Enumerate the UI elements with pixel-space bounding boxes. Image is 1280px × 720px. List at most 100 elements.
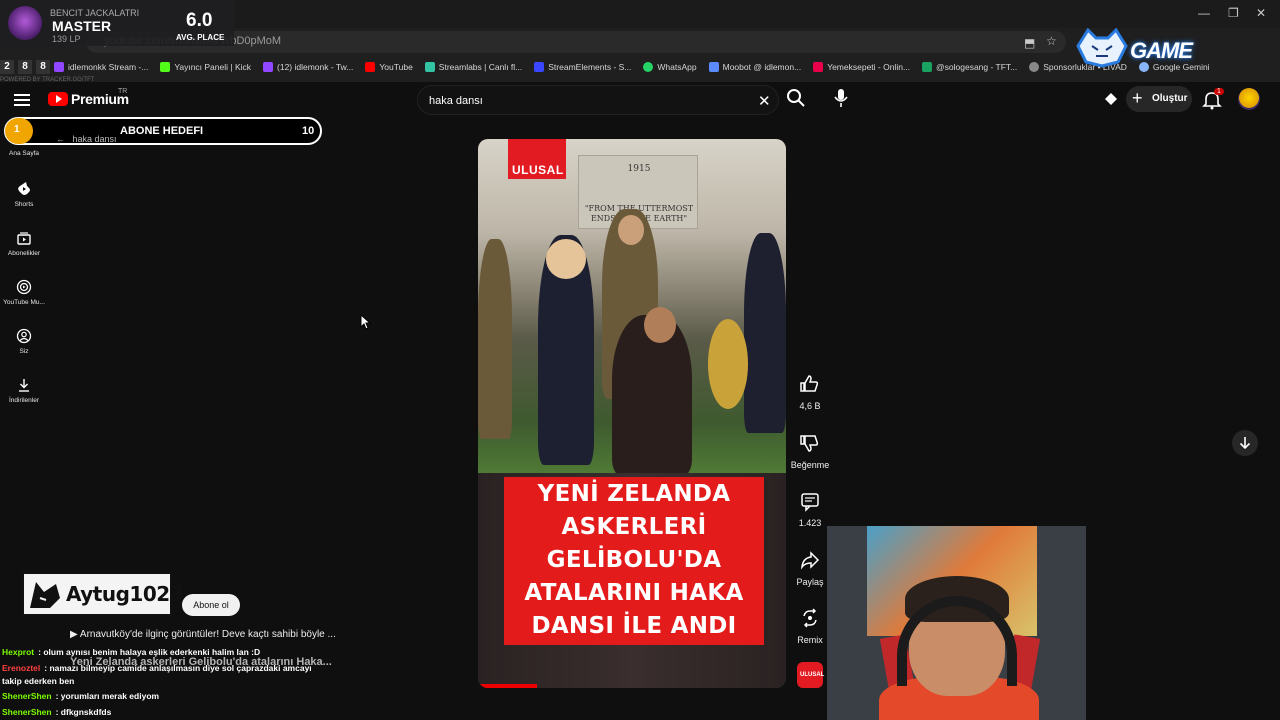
bookmark-item[interactable]: Yemeksepeti - Onlin...: [813, 62, 910, 72]
minimize-icon[interactable]: —: [1198, 6, 1210, 20]
install-icon[interactable]: ⬒: [1024, 36, 1035, 50]
search-box[interactable]: haka dansı ✕: [417, 85, 779, 115]
download-icon: [19, 379, 29, 392]
like-button[interactable]: 4,6 B: [790, 371, 830, 411]
headline-line: ASKERLERİ: [561, 514, 707, 540]
bookmark-item[interactable]: YouTube: [365, 62, 413, 72]
bookmark-item[interactable]: Moobot @ idlemon...: [708, 62, 801, 72]
nav-label: Abonelikler: [7, 250, 41, 257]
suggested-video-link[interactable]: ▶ Arnavutköy'de ilginç görüntüler! Deve …: [70, 629, 336, 640]
cast-icon[interactable]: [1102, 91, 1120, 109]
avatar[interactable]: [1238, 88, 1260, 110]
profile-badge-8: 8: [18, 60, 32, 74]
bookmark-label: YouTube: [379, 62, 413, 72]
search-icon[interactable]: [786, 88, 806, 108]
nav-you[interactable]: Siz: [0, 328, 48, 355]
video-progress-bar[interactable]: [478, 684, 537, 688]
share-label: Paylaş: [796, 577, 824, 587]
streamlabs-icon: [424, 62, 435, 72]
remix-icon: [803, 608, 817, 628]
figure: [546, 239, 586, 279]
wreath: [708, 319, 748, 409]
nav-youtube-music[interactable]: YouTube Mu...: [0, 279, 48, 306]
channel-avatar-text: ULUSAL: [800, 672, 825, 678]
figure: [478, 239, 512, 439]
rank-tier: MASTER: [52, 18, 112, 34]
monument-year: 1915: [627, 164, 651, 174]
chat-message: ShenerShen: dfkgnskdfds: [2, 707, 111, 717]
logo-text: GAME: [1130, 38, 1193, 63]
nav-subscriptions[interactable]: Abonelikler: [0, 230, 48, 257]
nav-label: Siz: [19, 348, 29, 355]
bookmark-label: Streamlabs | Canlı fl...: [438, 62, 523, 72]
short-video-player[interactable]: 1915 "FROM THE UTTERMOST ENDS OF THE EAR…: [478, 139, 786, 688]
subscribe-button[interactable]: Abone ol: [182, 594, 240, 616]
nav-shorts[interactable]: Shorts: [0, 181, 48, 208]
chat-message: takip ederken ben: [2, 676, 74, 686]
bookmark-item[interactable]: Yayıncı Paneli | Kick: [160, 62, 251, 72]
menu-icon[interactable]: [14, 92, 34, 108]
bookmark-star-icon[interactable]: ☆: [1046, 34, 1057, 48]
webcam-feed: [827, 526, 1086, 720]
next-short-button[interactable]: [1232, 430, 1258, 456]
nav-label: İndirilenler: [9, 397, 39, 404]
close-window-icon[interactable]: ✕: [1256, 6, 1266, 20]
chat-username: ShenerShen: [2, 691, 52, 701]
clear-search-icon[interactable]: ✕: [758, 92, 771, 110]
bookmark-item[interactable]: Streamlabs | Canlı fl...: [424, 62, 523, 72]
search-input[interactable]: haka dansı: [429, 95, 483, 107]
moobot-icon: [708, 62, 719, 72]
remix-button[interactable]: Remix: [790, 605, 830, 645]
bookmark-label: (12) idlemonk - Tw...: [277, 62, 354, 72]
kick-icon: [160, 62, 171, 72]
remix-label: Remix: [797, 635, 823, 645]
chat-text: takip ederken ben: [2, 676, 75, 686]
account-icon: [16, 328, 32, 344]
arrow-left-icon: ←: [56, 134, 73, 144]
bookmark-item[interactable]: (12) idlemonk - Tw...: [263, 62, 353, 72]
avg-place-value: 6.0: [186, 10, 213, 31]
create-label: Oluştur: [1152, 93, 1188, 104]
bookmark-item[interactable]: StreamElements - S...: [534, 62, 631, 72]
chat-text: : namazı bilmeyip camide anlaşılmasın di…: [44, 663, 312, 673]
bookmark-item[interactable]: WhatsApp: [643, 62, 697, 72]
nav-home[interactable]: Ana Sayfa: [0, 146, 48, 157]
youtube-icon: [365, 62, 376, 72]
microphone-icon[interactable]: [830, 86, 852, 110]
headline-line: GELİBOLU'DA: [546, 547, 722, 573]
chat-message: Hexprot: olum aynısı benim halaya eşlik …: [2, 647, 260, 657]
twitch-icon: [263, 62, 274, 72]
bookmark-label: WhatsApp: [657, 62, 697, 72]
comments-button[interactable]: 1.423: [790, 488, 830, 528]
follower-name: Aytug1023: [66, 582, 184, 606]
region-label: TR: [118, 88, 128, 95]
tiger-logo-icon: [1076, 27, 1128, 68]
bookmark-label: @sologesang - TFT...: [936, 62, 1018, 72]
share-button[interactable]: Paylaş: [790, 547, 830, 587]
bookmark-item[interactable]: idlemonkk Stream -...: [54, 62, 148, 72]
stream-logo: GAME: [1068, 24, 1268, 70]
youtube-header: Premium TR haka dansı ✕ + Oluştur 1: [0, 82, 1280, 118]
thumbs-down-icon: [800, 435, 819, 452]
nav-downloads[interactable]: İndirilenler: [0, 377, 48, 404]
share-icon: [800, 551, 820, 570]
channel-avatar[interactable]: ULUSAL: [797, 662, 825, 688]
mouse-cursor-icon: [360, 314, 372, 330]
restore-icon[interactable]: ❐: [1228, 6, 1239, 20]
chat-username: Hexprot: [2, 647, 35, 657]
chat-text: : olum aynısı benim halaya eşlik ederken…: [38, 647, 261, 657]
like-count: 4,6 B: [799, 401, 821, 411]
chat-username: ShenerShen: [2, 707, 52, 717]
dislike-button[interactable]: Beğenme: [790, 430, 830, 470]
youtube-play-icon: [48, 92, 68, 106]
nav-label: YouTube Mu...: [3, 299, 45, 306]
shorts-icon: [18, 182, 30, 195]
create-button[interactable]: + Oluştur: [1126, 86, 1192, 112]
bookmark-item[interactable]: @sologesang - TFT...: [922, 62, 1017, 72]
youtube-logo[interactable]: Premium: [48, 91, 129, 107]
nav-label: Ana Sayfa: [9, 150, 39, 157]
bookmark-label: Yemeksepeti - Onlin...: [827, 62, 911, 72]
back-to-search[interactable]: ← haka dansı: [56, 134, 117, 144]
goal-current: 1: [5, 118, 33, 144]
channel-watermark: ULUSAL: [508, 139, 566, 179]
